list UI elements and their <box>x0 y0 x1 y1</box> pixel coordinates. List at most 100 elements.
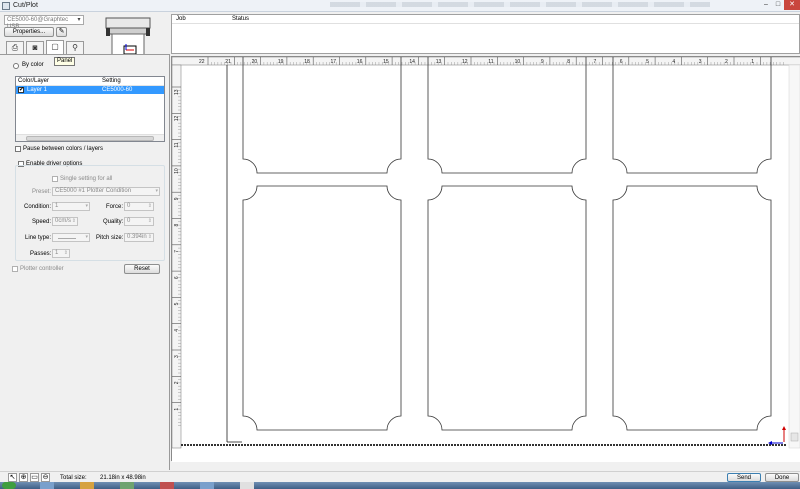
pitch-field[interactable]: 0.394in ⇕ <box>124 233 154 242</box>
preset-label: Preset: <box>32 189 52 195</box>
tab-printer[interactable]: ⎙ <box>6 41 24 54</box>
ruler-label: 4 <box>174 329 180 332</box>
ruler-label: 7 <box>174 250 180 253</box>
ruler-label: 10 <box>515 59 521 65</box>
pitch-value: 0.394in <box>127 234 147 240</box>
zoom-fit-icon[interactable]: ▭ <box>30 473 39 482</box>
ruler-label: 16 <box>357 59 363 65</box>
speed-value: 0cm/s <box>55 218 72 224</box>
plotter-controller-checkbox[interactable] <box>12 266 18 272</box>
spinner-icon: ⇕ <box>147 218 152 224</box>
taskbar-app-icon[interactable] <box>80 482 94 489</box>
panel-icon: ▢ <box>51 42 59 51</box>
pointer-tool-icon[interactable]: ↖ <box>8 473 17 482</box>
taskbar-app-icon[interactable] <box>200 482 214 489</box>
plot-canvas[interactable]: 22 21 20 19 18 17 16 15 14 13 12 11 10 9 8 7 6 5 4 3 2 1 13 12… <box>171 56 800 462</box>
tooltip: Panel <box>54 57 76 66</box>
scrollbar-thumb <box>790 432 799 442</box>
layer-checkbox[interactable]: ✔ <box>18 87 24 93</box>
title-bar: Cut/Plot – □ ✕ <box>0 0 800 12</box>
taskbar-app-icon[interactable] <box>120 482 134 489</box>
device-select[interactable]: CE5000-60@Graphtec USB ▾ <box>4 15 84 30</box>
chevron-down-icon: ▾ <box>85 234 88 240</box>
force-label: Force: <box>106 204 124 210</box>
taskbar-app-icon[interactable] <box>160 482 174 489</box>
condition-select[interactable]: 1 ▾ <box>52 202 90 211</box>
ruler-label: 11 <box>488 59 493 65</box>
ruler-label: 3 <box>174 355 180 358</box>
ruler-label: 19 <box>278 59 284 65</box>
single-setting-label: Single setting for all <box>60 176 113 182</box>
speed-field[interactable]: 0cm/s ⇕ <box>52 217 78 226</box>
zoom-out-icon[interactable]: ⊖ <box>41 473 50 482</box>
job-column-header[interactable]: Job <box>176 16 186 22</box>
by-color-label: By color <box>22 62 44 68</box>
done-button[interactable]: Done <box>765 473 799 482</box>
start-icon[interactable] <box>2 482 16 489</box>
condition-label: Condition: <box>24 204 52 210</box>
layer-row[interactable]: ✔ Layer 1 CE5000-60 <box>16 86 164 94</box>
tab-color[interactable]: ◙ <box>26 41 44 54</box>
ruler-label: 17 <box>331 59 337 65</box>
job-table[interactable]: Job Status <box>171 14 800 54</box>
maximize-button[interactable]: □ <box>772 0 784 10</box>
ruler-label: 18 <box>304 59 310 65</box>
properties-button[interactable]: Properties... <box>4 27 54 37</box>
tab-knife[interactable]: ⚲ <box>66 41 84 54</box>
by-color-radio[interactable] <box>13 63 19 69</box>
ruler-label: 22 <box>199 59 205 65</box>
linetype-select[interactable]: ▾ <box>52 233 90 242</box>
linetype-preview <box>58 238 76 239</box>
layer-setting: CE5000-60 <box>102 87 133 93</box>
taskbar-app-icon[interactable] <box>40 482 54 489</box>
close-button[interactable]: ✕ <box>784 0 800 10</box>
printer-icon: ⎙ <box>11 43 19 52</box>
ruler-label: 9 <box>174 197 180 200</box>
reset-button[interactable]: Reset <box>124 264 160 274</box>
status-column-header[interactable]: Status <box>232 16 249 22</box>
passes-value: 1 <box>55 250 59 256</box>
vertical-scrollbar <box>788 64 800 449</box>
wrench-icon[interactable]: ✎ <box>56 27 67 37</box>
scrollbar-thumb[interactable] <box>26 136 154 141</box>
ruler-label: 11 <box>174 142 180 147</box>
layer-name: Layer 1 <box>27 87 48 93</box>
layer-list[interactable]: Color/Layer Setting ✔ Layer 1 CE5000-60 <box>15 76 165 142</box>
linetype-label: Line type: <box>25 235 52 241</box>
taskbar-app-icon[interactable] <box>240 482 254 489</box>
pitch-label: Pitch size: <box>96 235 124 241</box>
ruler-label: 9 <box>541 59 544 65</box>
single-setting-checkbox[interactable] <box>52 176 58 182</box>
color-layer-header[interactable]: Color/Layer <box>18 78 49 84</box>
job-table-header: Job Status <box>172 15 799 24</box>
window-title: Cut/Plot <box>13 2 38 9</box>
ruler-label: 1 <box>174 408 180 411</box>
quality-value: 0 <box>127 218 131 224</box>
minimize-button[interactable]: – <box>760 0 772 10</box>
ruler-label: 13 <box>436 59 442 65</box>
ruler-label: 8 <box>567 59 570 65</box>
chevron-down-icon: ▾ <box>85 203 88 209</box>
ruler-label: 4 <box>672 59 675 65</box>
left-ruler <box>172 64 182 449</box>
ruler-label: 1 <box>751 59 754 65</box>
ruler-label: 2 <box>725 59 728 65</box>
ruler-label: 3 <box>699 59 702 65</box>
tab-panel[interactable]: ▢ <box>46 40 64 54</box>
quality-field[interactable]: 0 ⇕ <box>124 217 154 226</box>
ruler-label: 6 <box>174 276 180 279</box>
pause-checkbox[interactable] <box>15 146 21 152</box>
ruler-label: 13 <box>174 89 180 95</box>
os-taskbar <box>0 482 800 489</box>
horizontal-scrollbar[interactable] <box>16 134 164 141</box>
setting-header[interactable]: Setting <box>102 78 121 84</box>
options-panel: By color Color/Layer Setting ✔ Layer 1 C… <box>0 54 170 470</box>
chevron-down-icon: ▾ <box>155 188 158 194</box>
knife-icon: ⚲ <box>72 43 78 52</box>
send-button[interactable]: Send <box>727 473 761 482</box>
chevron-down-icon: ▾ <box>77 17 81 23</box>
force-field[interactable]: 0 ⇕ <box>124 202 154 211</box>
preset-select[interactable]: CE5000 #1 Plotter Condition ▾ <box>52 187 160 196</box>
passes-field[interactable]: 1 ⇕ <box>52 249 70 258</box>
zoom-in-icon[interactable]: ⊕ <box>19 473 28 482</box>
